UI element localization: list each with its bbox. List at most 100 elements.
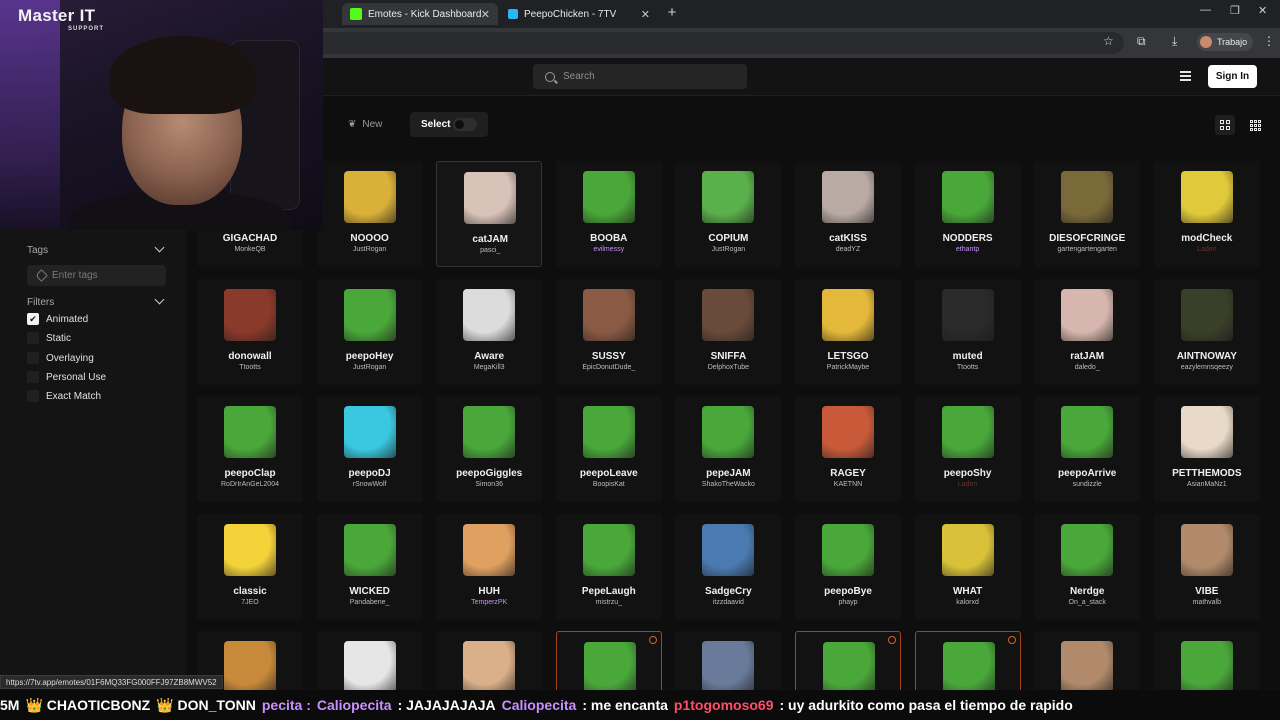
window-close-icon[interactable]: ✕ bbox=[1258, 4, 1267, 17]
emote-card[interactable]: WICKED Pandabene_ bbox=[316, 513, 423, 620]
filter-exact-match[interactable]: Exact Match bbox=[27, 389, 101, 403]
emote-author[interactable]: kalorxd bbox=[915, 599, 1021, 606]
emote-author[interactable]: gartengartengarten bbox=[1034, 246, 1140, 253]
emote-author[interactable]: Simon36 bbox=[436, 481, 542, 488]
emote-author[interactable]: MegaKill3 bbox=[436, 364, 542, 371]
emote-card[interactable]: classic 7JEO bbox=[197, 513, 303, 620]
emote-author[interactable]: BoopisKat bbox=[556, 481, 662, 488]
emote-card[interactable]: peepoShy Laden bbox=[914, 396, 1021, 502]
emote-card[interactable]: VIBE mathvalb bbox=[1153, 513, 1260, 620]
emote-author[interactable]: sundizzle bbox=[1034, 481, 1140, 488]
emote-author[interactable]: deadYZ bbox=[795, 246, 901, 253]
emote-card[interactable]: catKISS deadYZ bbox=[795, 161, 901, 267]
emote-author[interactable]: Ttootts bbox=[197, 364, 303, 371]
emote-card[interactable]: peepoHey JustRogan bbox=[316, 278, 423, 385]
emote-author[interactable]: ShakoTheWacko bbox=[675, 481, 781, 488]
emote-author[interactable]: Laden bbox=[915, 481, 1021, 488]
emote-card[interactable]: SNIFFA DelphoxTube bbox=[675, 278, 782, 385]
browser-menu-icon[interactable]: ⋮ bbox=[1263, 34, 1275, 48]
bookmark-star-icon[interactable]: ☆ bbox=[1103, 34, 1114, 48]
emote-card[interactable]: RAGEY KAETNN bbox=[795, 396, 901, 502]
emote-card[interactable]: donowall Ttootts bbox=[197, 278, 303, 385]
emote-author[interactable]: On_a_stack bbox=[1034, 599, 1140, 606]
emote-card[interactable]: WHAT kalorxd bbox=[914, 513, 1021, 620]
emote-card[interactable]: catJAM pasci_ bbox=[436, 161, 543, 267]
emote-author[interactable]: mathvalb bbox=[1154, 599, 1260, 606]
emote-author[interactable]: daledo_ bbox=[1034, 364, 1140, 371]
close-tab-icon[interactable]: ✕ bbox=[481, 8, 490, 21]
new-tab-button[interactable]: ❦ New bbox=[340, 112, 390, 137]
filter-static[interactable]: Static bbox=[27, 331, 71, 345]
emote-author[interactable]: JustRogan bbox=[675, 246, 781, 253]
emote-author[interactable]: mistrzu_ bbox=[556, 599, 662, 606]
checkbox[interactable] bbox=[27, 371, 39, 383]
emote-author[interactable]: JustRogan bbox=[317, 246, 423, 253]
emote-card[interactable]: Nerdge On_a_stack bbox=[1034, 513, 1141, 620]
tab-7tv[interactable]: PeepoChicken - 7TV ✕ bbox=[500, 3, 658, 25]
emote-card[interactable]: pepeJAM ShakoTheWacko bbox=[675, 396, 782, 502]
emote-card[interactable]: PepeLaugh mistrzu_ bbox=[555, 513, 662, 620]
tags-input[interactable]: Enter tags bbox=[27, 265, 166, 286]
hamburger-menu-icon[interactable] bbox=[1180, 71, 1191, 83]
emote-card[interactable]: SadgeCry itzzdaavid bbox=[675, 513, 782, 620]
emote-author[interactable]: phayp bbox=[795, 599, 901, 606]
emote-card[interactable]: HUH TemperzPK bbox=[436, 513, 543, 620]
extensions-icon[interactable]: ⧉ bbox=[1137, 34, 1146, 49]
emote-author[interactable]: TemperzPK bbox=[436, 599, 542, 606]
emote-author[interactable]: MonkeQB bbox=[197, 246, 303, 253]
grid-compact-button[interactable] bbox=[1245, 115, 1265, 135]
emote-author[interactable]: Pandabene_ bbox=[317, 599, 423, 606]
emote-card[interactable]: peepoGiggles Simon36 bbox=[436, 396, 543, 502]
emote-author[interactable]: itzzdaavid bbox=[675, 599, 781, 606]
download-icon[interactable]: ⤓ bbox=[1172, 34, 1177, 49]
emote-author[interactable]: KAETNN bbox=[795, 481, 901, 488]
emote-card[interactable]: Aware MegaKill3 bbox=[436, 278, 543, 385]
emote-card[interactable]: peepoDJ rSnowWolf bbox=[316, 396, 423, 502]
emote-card[interactable]: NODDERS ethantp bbox=[914, 161, 1021, 267]
sign-in-button[interactable]: Sign In bbox=[1208, 65, 1257, 88]
emote-author[interactable]: pasci_ bbox=[437, 247, 543, 254]
minimize-icon[interactable]: — bbox=[1200, 4, 1211, 16]
filter-animated[interactable]: ✔ Animated bbox=[27, 312, 88, 326]
emote-card[interactable]: modCheck Laden bbox=[1153, 161, 1260, 267]
emote-author[interactable]: AsianMaNz1 bbox=[1154, 481, 1260, 488]
grid-view-button[interactable] bbox=[1215, 115, 1235, 135]
filter-personal-use[interactable]: Personal Use bbox=[27, 370, 106, 384]
checkbox[interactable] bbox=[27, 390, 39, 402]
checkbox-checked-icon[interactable]: ✔ bbox=[27, 313, 39, 325]
emote-card[interactable]: DIESOFCRINGE gartengartengarten bbox=[1034, 161, 1141, 267]
emote-author[interactable]: rSnowWolf bbox=[317, 481, 423, 488]
maximize-icon[interactable]: ❐ bbox=[1230, 4, 1240, 17]
close-tab-icon[interactable]: ✕ bbox=[641, 8, 650, 21]
emote-card[interactable]: AINTNOWAY eazylemnsqeezy bbox=[1153, 278, 1260, 385]
emote-author[interactable]: PatrickMaybe bbox=[795, 364, 901, 371]
emote-card[interactable]: LETSGO PatrickMaybe bbox=[795, 278, 901, 385]
emote-card[interactable]: NOOOO JustRogan bbox=[316, 161, 423, 267]
emote-card[interactable]: peepoLeave BoopisKat bbox=[555, 396, 662, 502]
emote-author[interactable]: evilmessy bbox=[556, 246, 662, 253]
emote-author[interactable]: DelphoxTube bbox=[675, 364, 781, 371]
emote-author[interactable]: 7JEO bbox=[197, 599, 303, 606]
emote-card[interactable]: PETTHEMODS AsianMaNz1 bbox=[1153, 396, 1260, 502]
emote-card[interactable]: peepoBye phayp bbox=[795, 513, 901, 620]
emote-author[interactable]: JustRogan bbox=[317, 364, 423, 371]
checkbox[interactable] bbox=[27, 332, 39, 344]
search-input[interactable]: Search bbox=[533, 64, 747, 89]
emote-card[interactable]: SUSSY EpicDonutDude_ bbox=[555, 278, 662, 385]
select-toggle[interactable] bbox=[453, 118, 477, 131]
emote-author[interactable]: Ttootts bbox=[915, 364, 1021, 371]
emote-author[interactable]: Laden bbox=[1154, 246, 1260, 253]
checkbox[interactable] bbox=[27, 352, 39, 364]
emote-card[interactable]: muted Ttootts bbox=[914, 278, 1021, 385]
emote-card[interactable]: peepoArrive sundizzle bbox=[1034, 396, 1141, 502]
filter-overlaying[interactable]: Overlaying bbox=[27, 351, 94, 365]
emote-author[interactable]: ethantp bbox=[915, 246, 1021, 253]
emote-author[interactable]: EpicDonutDude_ bbox=[556, 364, 662, 371]
emote-card[interactable]: COPIUM JustRogan bbox=[675, 161, 782, 267]
emote-card[interactable]: BOOBA evilmessy bbox=[555, 161, 662, 267]
emote-author[interactable]: RoDrIrAnGeL2004 bbox=[197, 481, 303, 488]
new-tab-icon[interactable]: + bbox=[664, 4, 680, 21]
tab-kick-dashboard[interactable]: Emotes - Kick Dashboard ✕ bbox=[342, 3, 498, 25]
emote-card[interactable]: ratJAM daledo_ bbox=[1034, 278, 1141, 385]
profile-button[interactable]: Trabajo bbox=[1197, 33, 1254, 51]
